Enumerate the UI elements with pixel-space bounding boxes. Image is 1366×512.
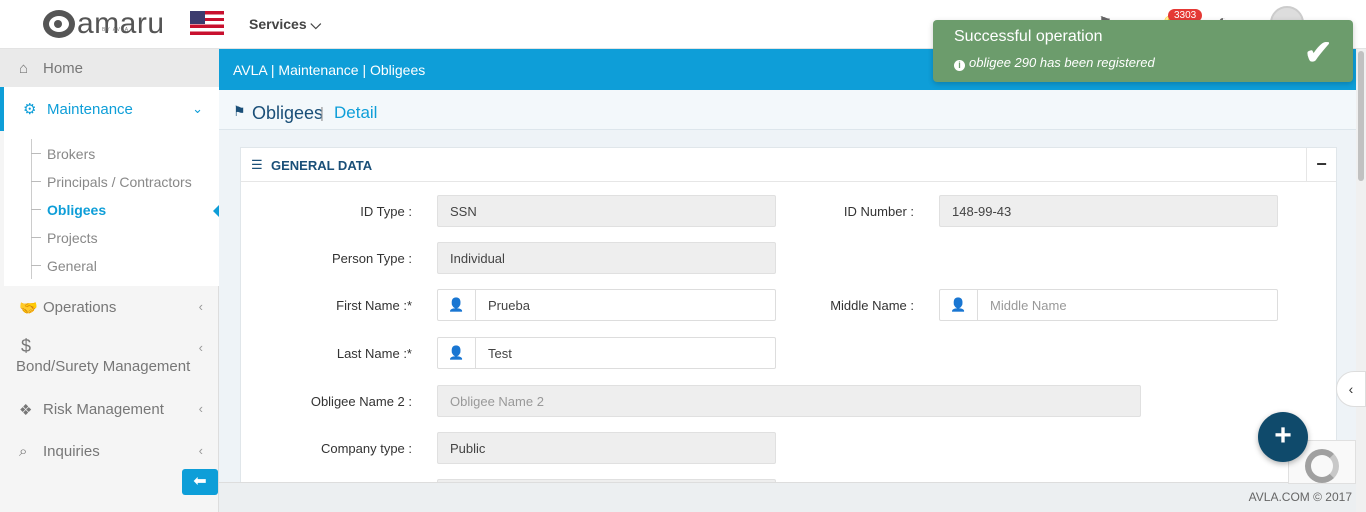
services-menu[interactable]: Services ⌵ <box>249 16 321 33</box>
sidebar-item-bond-surety[interactable]: $ Bond/Surety Management ‹ <box>0 336 219 382</box>
person-type-label: Person Type : <box>332 251 412 266</box>
add-button[interactable]: + <box>1258 412 1308 462</box>
maintenance-submenu: Brokers Principals / Contractors Obligee… <box>4 131 219 286</box>
last-name-field[interactable]: 👤 Test <box>437 337 776 369</box>
gear-icon: ⚙ <box>23 101 37 118</box>
dollar-icon: $ <box>21 336 32 356</box>
sidebar-item-home[interactable]: ⌂ Home <box>0 49 219 87</box>
user-icon: 👤 <box>438 338 476 368</box>
page-heading: ⚑ Obligees | Detail <box>219 90 1356 130</box>
page-subtitle: Detail <box>334 103 378 122</box>
flag-icon: ⚑ <box>233 103 246 119</box>
logo-mark-icon <box>43 10 75 38</box>
page-title: Obligees <box>252 103 324 123</box>
sidebar-item-operations[interactable]: 🤝 Operations ‹ <box>0 294 219 324</box>
chevron-left-icon: ‹ <box>198 401 203 416</box>
active-caret-icon <box>213 205 219 217</box>
chevron-left-icon: ‹ <box>1348 381 1354 397</box>
copyright: AVLA.COM © 2017 <box>1248 490 1352 504</box>
search-icon: ⌕ <box>19 443 28 460</box>
panel-header: ☰ GENERAL DATA − <box>241 148 1336 182</box>
company-type-value: Public <box>450 441 486 456</box>
scrollbar[interactable] <box>1356 49 1366 512</box>
first-name-field[interactable]: 👤 Prueba <box>437 289 776 321</box>
user-icon: 👤 <box>438 290 476 320</box>
chevron-left-icon: ‹ <box>198 443 203 458</box>
logo-subtitle: BY AVLA <box>102 27 130 33</box>
sidebar-item-maintenance[interactable]: ⚙ Maintenance ⌄ <box>0 87 219 131</box>
sidebar-item-label: Home <box>43 60 84 77</box>
title-separator: | <box>320 105 324 122</box>
plus-icon: + <box>1274 419 1292 452</box>
person-type-value: Individual <box>450 251 505 266</box>
info-icon: i <box>954 60 965 71</box>
sidebar-item-label: Bond/Surety Management <box>16 358 191 375</box>
obligee-name2-field: Obligee Name 2 <box>437 385 1141 417</box>
chevron-down-icon: ⌄ <box>192 101 203 116</box>
list-icon: ☰ <box>251 157 263 172</box>
company-type-field: Public <box>437 432 776 464</box>
id-number-label: ID Number : <box>843 204 914 219</box>
first-name-value: Prueba <box>488 298 530 313</box>
handshake-icon: 🤝 <box>19 300 38 317</box>
sidebar: ⌂ Home ⚙ Maintenance ⌄ Brokers Principal… <box>0 49 219 512</box>
panel-title: GENERAL DATA <box>271 158 373 173</box>
submenu-item-general[interactable]: General <box>47 258 97 274</box>
open-right-panel-button[interactable]: ‹ <box>1336 371 1366 407</box>
company-type-label: Company type : <box>320 441 412 456</box>
sidebar-item-label: Risk Management <box>43 401 164 418</box>
collapse-sidebar-button[interactable]: ⬅ <box>182 469 218 495</box>
general-data-panel: ☰ GENERAL DATA − ID Type : SSN ID Number… <box>240 147 1337 489</box>
id-type-label: ID Type : <box>360 204 412 219</box>
obligee-name2-placeholder: Obligee Name 2 <box>450 394 544 409</box>
chevron-left-icon: ‹ <box>198 299 203 314</box>
home-icon: ⌂ <box>19 60 29 77</box>
logo-text: amaru <box>77 7 165 40</box>
sidebar-item-risk[interactable]: ❖ Risk Management ‹ <box>0 401 219 431</box>
submenu-item-projects[interactable]: Projects <box>47 230 98 246</box>
id-type-field: SSN <box>437 195 776 227</box>
middle-name-field[interactable]: 👤 Middle Name <box>939 289 1278 321</box>
toast-message-row: i obligee 290 has been registered <box>954 55 1155 71</box>
user-icon: 👤 <box>940 290 978 320</box>
obligee-name2-label: Obligee Name 2 : <box>310 394 412 409</box>
arrow-left-circle-icon: ⬅ <box>193 473 207 490</box>
id-number-field: 148-99-43 <box>939 195 1278 227</box>
breadcrumb: AVLA | Maintenance | Obligees <box>233 62 426 78</box>
success-toast[interactable]: Successful operation i obligee 290 has be… <box>933 20 1353 82</box>
id-type-value: SSN <box>450 204 477 219</box>
last-name-value: Test <box>488 346 512 361</box>
collapse-panel-button[interactable]: − <box>1306 148 1336 182</box>
submenu-item-principals[interactable]: Principals / Contractors <box>47 174 192 190</box>
chevron-left-icon: ‹ <box>198 340 203 355</box>
sidebar-item-label: Inquiries <box>43 443 100 460</box>
id-number-value: 148-99-43 <box>952 204 1012 219</box>
first-name-label: First Name :* <box>336 298 412 313</box>
person-type-field: Individual <box>437 242 776 274</box>
middle-name-placeholder: Middle Name <box>990 298 1067 313</box>
submenu-item-brokers[interactable]: Brokers <box>47 146 95 162</box>
submenu-item-obligees[interactable]: Obligees <box>47 202 106 218</box>
us-flag-icon[interactable] <box>190 11 224 35</box>
toast-title: Successful operation <box>954 28 1103 45</box>
checkmark-icon: ✔ <box>1304 34 1333 72</box>
recaptcha-icon <box>1305 449 1339 483</box>
toast-message: obligee 290 has been registered <box>969 55 1155 70</box>
footer: AVLA.COM © 2017 <box>219 482 1356 512</box>
middle-name-label: Middle Name : <box>830 298 914 313</box>
sidebar-item-label: Operations <box>43 299 117 316</box>
scroll-thumb[interactable] <box>1358 51 1364 181</box>
cubes-icon: ❖ <box>19 402 33 419</box>
sidebar-item-label: Maintenance <box>47 101 133 118</box>
last-name-label: Last Name :* <box>336 346 412 361</box>
amaru-logo[interactable]: amaru <box>43 9 165 39</box>
